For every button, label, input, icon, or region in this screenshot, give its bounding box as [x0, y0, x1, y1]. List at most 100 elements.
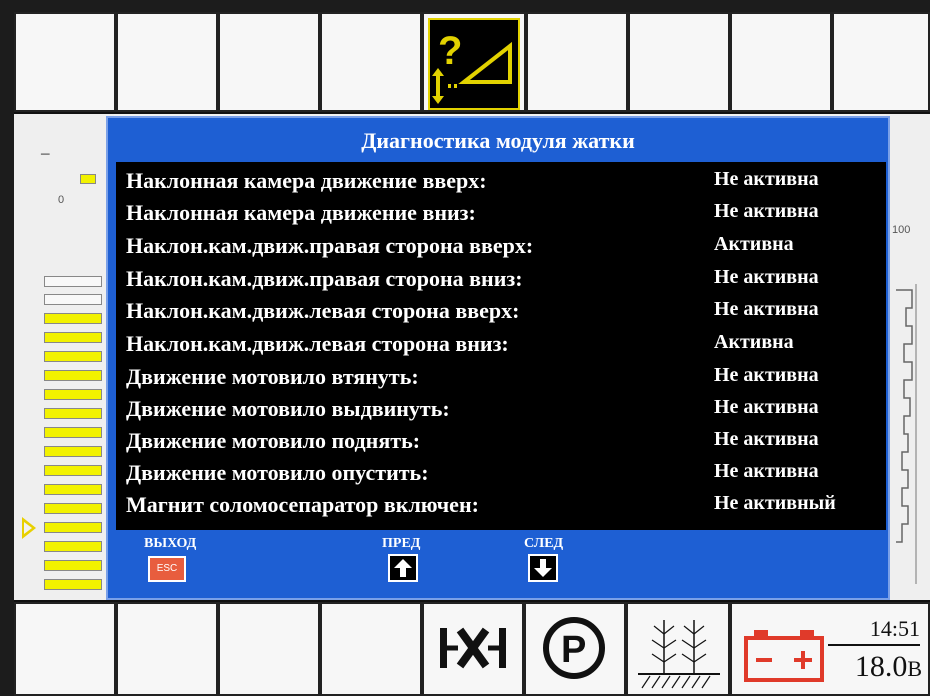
diagnostic-row: Движение мотовило втянуть: Не активна — [126, 364, 886, 396]
diagnostic-row: Наклон.кам.движ.правая сторона вверх: Ак… — [126, 233, 886, 265]
left-gauge-indicator — [80, 174, 96, 184]
bottom-key-parking[interactable]: P — [524, 602, 626, 696]
prev-label: ПРЕД — [382, 536, 421, 551]
arrow-up-button[interactable] — [388, 554, 418, 582]
top-key-7[interactable] — [628, 12, 730, 112]
level-bar — [44, 446, 102, 457]
diagnostic-row: Наклон.кам.движ.правая сторона вниз: Не … — [126, 266, 886, 298]
top-key-3[interactable] — [218, 12, 320, 112]
top-key-6[interactable] — [526, 12, 628, 112]
diagnostic-row: Наклон.кам.движ.левая сторона вверх: Не … — [126, 298, 886, 330]
diagnostic-label: Наклон.кам.движ.левая сторона вверх: — [126, 298, 520, 323]
bottom-softkey-row: P 14:51 18.0В — [14, 600, 930, 696]
level-bar — [44, 332, 102, 343]
exit-label: ВЫХОД — [144, 536, 197, 551]
arrow-up-icon — [394, 559, 412, 577]
diagnostics-dialog: Диагностика модуля жатки Наклонная камер… — [106, 116, 890, 600]
clock-time: 14:51 — [869, 616, 920, 641]
diagnostic-row: Магнит соломосепаратор включен: Не актив… — [126, 492, 886, 524]
top-softkey-row: ? — [14, 12, 930, 114]
level-bar — [44, 484, 102, 495]
diagnostic-label: Движение мотовило опустить: — [126, 460, 429, 485]
diagnostic-label: Движение мотовило втянуть: — [126, 364, 419, 389]
diagnostic-label: Наклон.кам.движ.левая сторона вниз: — [126, 331, 509, 356]
svg-text:P: P — [561, 629, 586, 671]
battery-icon — [744, 630, 824, 682]
bottom-key-2[interactable] — [116, 602, 218, 696]
arrow-down-button[interactable] — [528, 554, 558, 582]
bottom-key-hydraulic-lock[interactable] — [422, 602, 524, 696]
header-diagnostics-question-icon: ? — [428, 18, 520, 110]
voltage-unit: В — [907, 656, 922, 681]
bottom-key-crop[interactable] — [626, 602, 730, 696]
level-bar — [44, 560, 102, 571]
level-bar — [44, 503, 102, 514]
status-panel: 14:51 18.0В — [730, 602, 930, 696]
battery-voltage: 18.0В — [855, 650, 922, 684]
diagnostic-label: Магнит соломосепаратор включен: — [126, 492, 479, 517]
arrow-down-icon — [534, 559, 552, 577]
diagnostics-list: Наклонная камера движение вверх: Не акти… — [116, 162, 886, 530]
diagnostic-row: Движение мотовило опустить: Не активна — [126, 460, 886, 492]
left-gauge-dash: − — [40, 144, 51, 164]
next-label: СЛЕД — [524, 536, 564, 551]
top-key-1[interactable] — [14, 12, 116, 112]
svg-text:?: ? — [438, 29, 462, 73]
prev-softkey[interactable]: ПРЕД — [382, 536, 420, 552]
diagnostic-status: Не активна — [714, 396, 819, 418]
diagnostic-status: Не активна — [714, 298, 819, 320]
voltage-value: 18.0 — [854, 650, 908, 683]
level-bar — [44, 276, 102, 287]
level-bar — [44, 579, 102, 590]
exit-softkey[interactable]: ВЫХОД — [144, 536, 196, 552]
diagnostic-status: Не активна — [714, 460, 819, 482]
diagnostic-status: Не активна — [714, 200, 819, 222]
top-key-2[interactable] — [116, 12, 218, 112]
diagnostic-row: Наклонная камера движение вверх: Не акти… — [126, 168, 886, 200]
bottom-key-1[interactable] — [14, 602, 116, 696]
right-gauge-max-label: 100 — [892, 224, 911, 236]
level-bar — [44, 294, 102, 305]
right-gauge-scale — [896, 284, 917, 584]
left-gauge-min-label: 0 — [58, 194, 65, 206]
level-bar — [44, 351, 102, 362]
next-softkey[interactable]: СЛЕД — [524, 536, 563, 552]
top-key-4[interactable] — [320, 12, 422, 112]
crop-field-icon — [638, 620, 720, 689]
top-key-header-diagnostics[interactable]: ? — [422, 12, 526, 112]
diagnostic-status: Не активный — [714, 492, 836, 514]
bottom-key-3[interactable] — [218, 602, 320, 696]
diagnostic-status: Не активна — [714, 266, 819, 288]
esc-button[interactable]: ESC — [148, 556, 186, 582]
level-bar — [44, 370, 102, 381]
hydraulic-lock-icon — [440, 627, 506, 669]
level-bar — [44, 522, 102, 533]
diagnostic-label: Наклонная камера движение вниз: — [126, 200, 476, 225]
diagnostic-status: Не активна — [714, 168, 819, 190]
display-screen: ? − 0 100 Диагностика модуля жатки Накло… — [14, 12, 930, 696]
top-key-9[interactable] — [832, 12, 930, 112]
diagnostic-label: Движение мотовило поднять: — [126, 428, 421, 453]
diagnostic-label: Наклон.кам.движ.правая сторона вверх: — [126, 233, 534, 258]
parking-brake-icon: P — [543, 617, 605, 679]
level-bar — [44, 313, 102, 324]
diagnostic-label: Наклонная камера движение вверх: — [126, 168, 487, 193]
diagnostic-status: Не активна — [714, 364, 819, 386]
level-bar — [44, 465, 102, 476]
top-key-8[interactable] — [730, 12, 832, 112]
diagnostic-row: Наклон.кам.движ.левая сторона вниз: Акти… — [126, 331, 886, 363]
level-bar — [44, 389, 102, 400]
level-bar — [44, 427, 102, 438]
diagnostic-label: Наклон.кам.движ.правая сторона вниз: — [126, 266, 523, 291]
bottom-key-4[interactable] — [320, 602, 422, 696]
diagnostic-label: Движение мотовило выдвинуть: — [126, 396, 450, 421]
level-bar — [44, 541, 102, 552]
diagnostic-status: Не активна — [714, 428, 819, 450]
level-bar — [44, 408, 102, 419]
dialog-title: Диагностика модуля жатки — [361, 128, 635, 153]
right-gauge-panel: 100 — [886, 114, 930, 600]
diagnostic-row: Наклонная камера движение вниз: Не актив… — [126, 200, 886, 232]
left-gauge-panel: − 0 — [14, 114, 114, 600]
diagnostic-row: Движение мотовило выдвинуть: Не активна — [126, 396, 886, 428]
diagnostic-status: Активна — [714, 331, 794, 353]
